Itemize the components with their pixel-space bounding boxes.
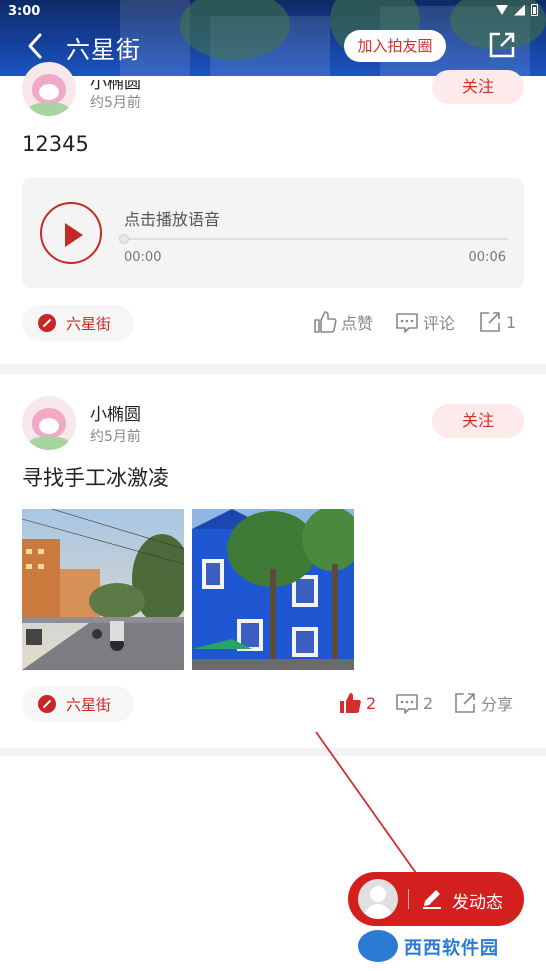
- forward-icon: [455, 693, 475, 713]
- play-icon: [65, 223, 83, 247]
- page-title: 六星街: [66, 36, 141, 64]
- comment-icon: [396, 694, 418, 714]
- post-card: 小椭圆 约5月前 关注 12345 点击播放语音 00:00 00:06 六星街…: [0, 62, 546, 364]
- audio-player: 点击播放语音 00:00 00:06: [22, 178, 524, 288]
- watermark-logo-icon: [358, 930, 398, 962]
- forward-icon: [480, 312, 500, 332]
- comment-label: 评论: [423, 314, 456, 333]
- audio-label: 点击播放语音: [124, 210, 221, 229]
- follow-button[interactable]: 关注: [432, 70, 524, 104]
- share-label: 分享: [481, 695, 514, 714]
- like-label: 点赞: [341, 314, 374, 333]
- tag-label: 六星街: [66, 315, 112, 333]
- like-button[interactable]: 点赞: [313, 310, 373, 334]
- thumbs-up-icon: [314, 311, 337, 333]
- comment-button[interactable]: 2: [395, 691, 433, 715]
- image-grid: [22, 509, 362, 670]
- share-button[interactable]: 分享: [453, 691, 513, 715]
- tag-label: 六星街: [66, 696, 112, 714]
- tag-icon: [38, 695, 56, 713]
- username[interactable]: 小椭圆: [90, 400, 141, 425]
- play-button[interactable]: [40, 202, 102, 264]
- tag-icon: [38, 314, 56, 332]
- follow-button[interactable]: 关注: [432, 404, 524, 438]
- location-tag[interactable]: 六星街: [22, 686, 134, 722]
- audio-progress-thumb[interactable]: [119, 234, 129, 244]
- forward-count: 1: [506, 312, 517, 332]
- post-text: 12345: [22, 132, 89, 156]
- avatar[interactable]: [22, 62, 76, 116]
- app-header: 3:00 六星街 加入拍友圈: [0, 0, 546, 76]
- comment-count: 2: [423, 693, 434, 713]
- location-tag[interactable]: 六星街: [22, 305, 134, 341]
- thumbs-up-filled-icon: [340, 693, 361, 713]
- fab-label: 发动态: [452, 893, 503, 913]
- edit-pen-icon: [423, 890, 441, 909]
- forward-button[interactable]: 1: [478, 310, 516, 334]
- status-time: 3:00: [8, 4, 41, 19]
- audio-current-time: 00:00: [124, 250, 162, 265]
- wifi-icon: [496, 5, 508, 15]
- post-dynamic-button[interactable]: 发动态: [348, 872, 524, 926]
- post-time: 约5月前: [90, 95, 141, 111]
- comment-button[interactable]: 评论: [395, 310, 455, 334]
- post-card: 小椭圆 约5月前 关注 寻找手工冰激凌 六星街 2 2 分享: [0, 374, 546, 748]
- audio-progress-track[interactable]: [124, 238, 508, 240]
- divider: [408, 889, 409, 909]
- signal-icon: [514, 4, 525, 16]
- user-avatar-icon: [358, 879, 398, 919]
- like-count: 2: [366, 693, 377, 713]
- share-icon[interactable]: [487, 30, 517, 60]
- feed[interactable]: 小椭圆 约5月前 关注 12345 点击播放语音 00:00 00:06 六星街…: [0, 62, 546, 971]
- join-circle-button[interactable]: 加入拍友圈: [344, 30, 446, 62]
- watermark: 西西软件园: [352, 928, 532, 964]
- blue-building-photo[interactable]: [192, 509, 354, 670]
- avatar[interactable]: [22, 396, 76, 450]
- battery-icon: [531, 4, 538, 16]
- back-arrow-icon[interactable]: [24, 32, 48, 60]
- watermark-text: 西西软件园: [404, 938, 499, 959]
- street-photo[interactable]: [22, 509, 184, 670]
- post-text: 寻找手工冰激凌: [22, 466, 169, 490]
- audio-duration: 00:06: [468, 250, 506, 265]
- status-bar: 3:00: [0, 0, 546, 24]
- like-button[interactable]: 2: [338, 691, 376, 715]
- post-time: 约5月前: [90, 429, 141, 445]
- comment-icon: [396, 313, 418, 333]
